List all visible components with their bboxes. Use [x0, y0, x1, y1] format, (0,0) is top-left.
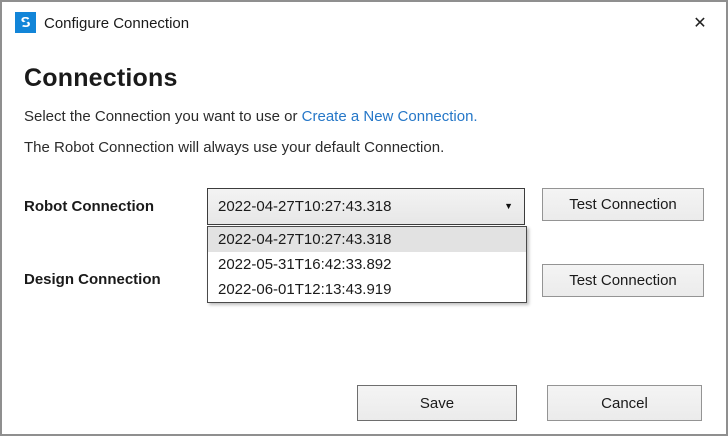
intro-line-1: Select the Connection you want to use or…: [24, 108, 478, 125]
configure-connection-dialog: S Configure Connection ✕ Connections Sel…: [0, 0, 728, 436]
intro-line-2: The Robot Connection will always use you…: [24, 139, 445, 156]
titlebar: S Configure Connection ✕: [2, 2, 726, 44]
cancel-button[interactable]: Cancel: [547, 385, 702, 421]
combobox-selected-value: 2022-04-27T10:27:43.318: [218, 198, 392, 215]
create-new-connection-link[interactable]: Create a New Connection.: [302, 108, 478, 125]
dropdown-option[interactable]: 2022-05-31T16:42:33.892: [208, 252, 526, 277]
connection-dropdown-list: 2022-04-27T10:27:43.318 2022-05-31T16:42…: [207, 226, 527, 303]
dropdown-option[interactable]: 2022-06-01T12:13:43.919: [208, 277, 526, 302]
design-connection-label: Design Connection: [24, 271, 161, 288]
app-icon: S: [15, 12, 36, 33]
robot-test-connection-button[interactable]: Test Connection: [542, 188, 704, 221]
chevron-down-icon: ▼: [504, 201, 513, 211]
robot-connection-combobox[interactable]: 2022-04-27T10:27:43.318 ▼: [207, 188, 525, 225]
robot-connection-label: Robot Connection: [24, 198, 154, 215]
page-title: Connections: [24, 64, 178, 92]
intro-text: Select the Connection you want to use or: [24, 108, 302, 125]
save-button[interactable]: Save: [357, 385, 517, 421]
design-test-connection-button[interactable]: Test Connection: [542, 264, 704, 297]
dropdown-option[interactable]: 2022-04-27T10:27:43.318: [208, 227, 526, 252]
close-button[interactable]: ✕: [686, 10, 714, 38]
window-title: Configure Connection: [44, 15, 190, 32]
close-icon: ✕: [693, 15, 707, 32]
